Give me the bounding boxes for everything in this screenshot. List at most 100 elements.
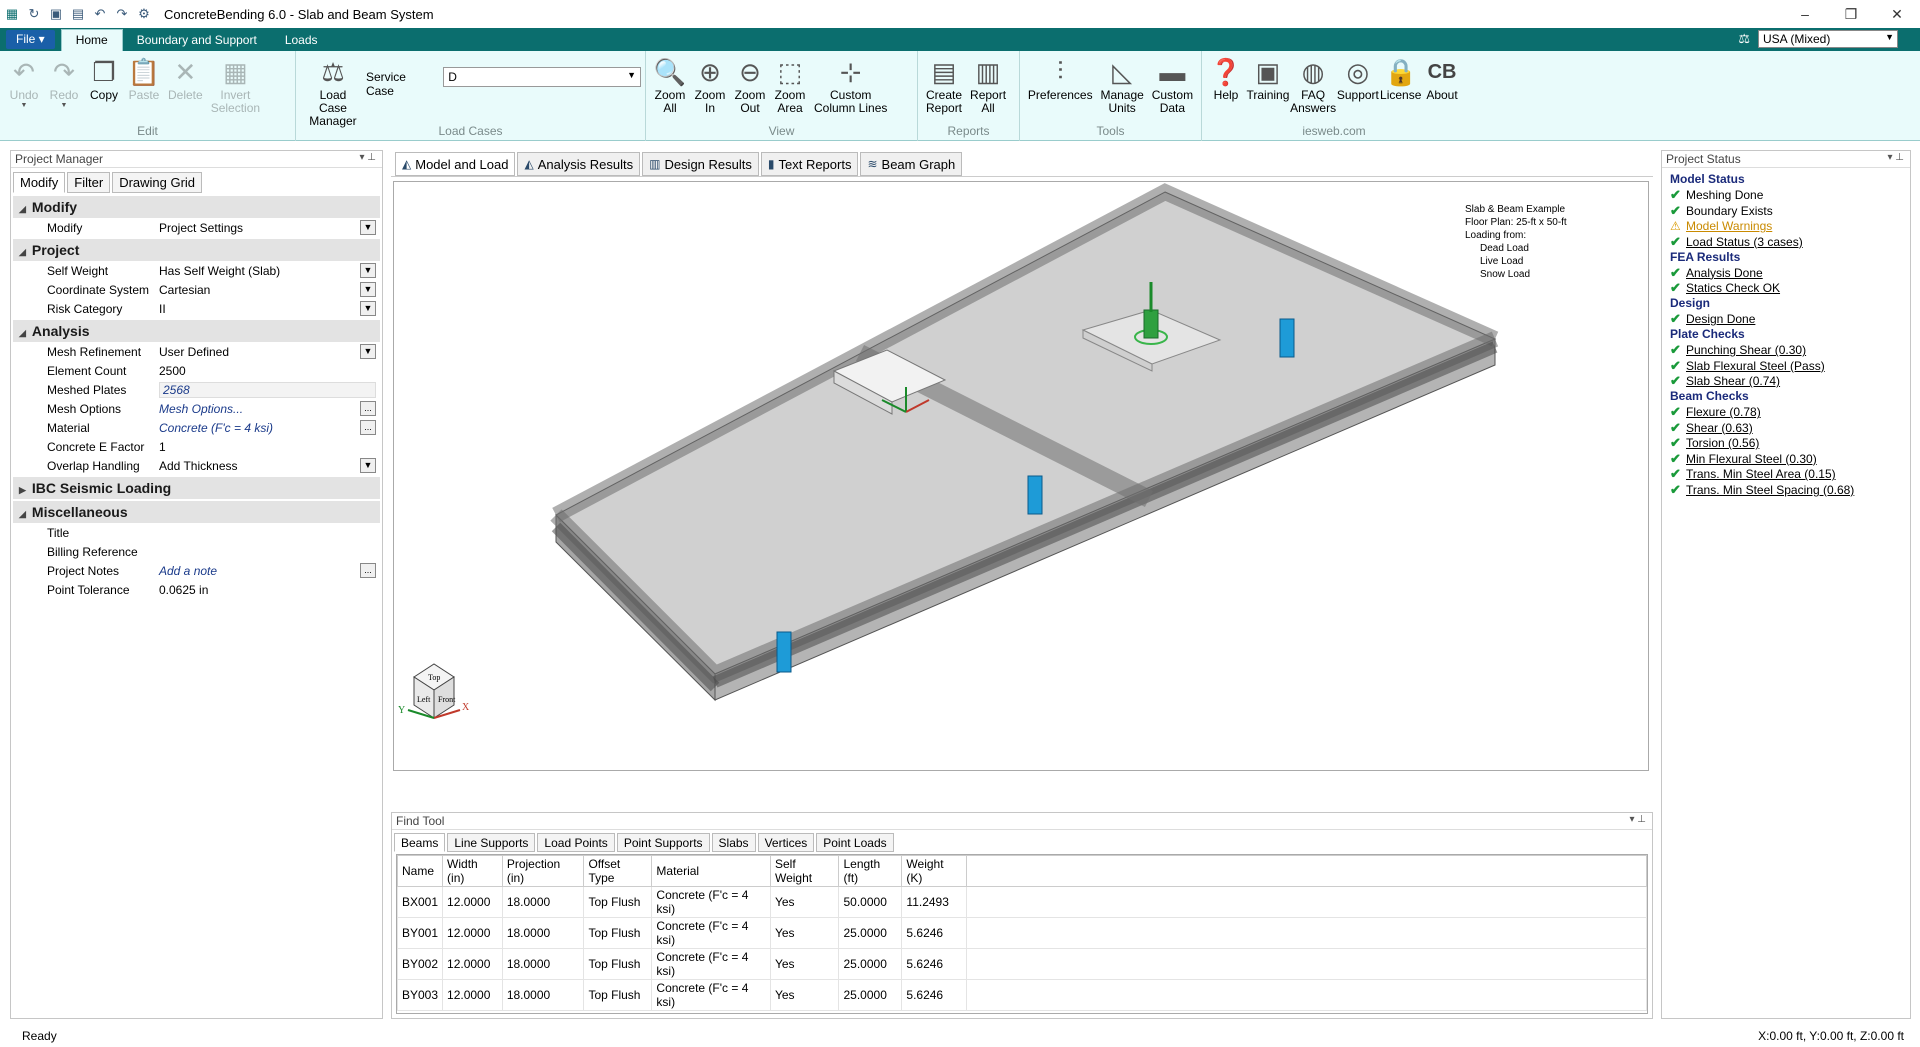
status-item-label[interactable]: Load Status (3 cases) — [1686, 235, 1803, 249]
redo-icon[interactable]: ↷ — [114, 6, 130, 22]
tab-beam-graph[interactable]: ≋ Beam Graph — [860, 152, 963, 176]
undo-icon[interactable]: ↶ — [92, 6, 108, 22]
status-item-label[interactable]: Trans. Min Steel Area (0.15) — [1686, 467, 1836, 481]
property-row-modify[interactable]: Modify Project Settings ▼ — [13, 218, 380, 237]
find-tab-beams[interactable]: Beams — [394, 833, 446, 852]
status-item-label[interactable]: Flexure (0.78) — [1686, 405, 1761, 419]
status-item[interactable]: ✔ Trans. Min Steel Area (0.15) — [1662, 466, 1910, 483]
section-project[interactable]: ◢ Project — [13, 239, 380, 261]
tab-loads[interactable]: Loads — [271, 30, 332, 51]
status-item[interactable]: ✔ Design Done — [1662, 311, 1910, 328]
pin-icon[interactable]: ▾ ⊥ — [1629, 814, 1646, 825]
tab-text-reports[interactable]: ▮ Text Reports — [760, 152, 859, 176]
property-row-element-count[interactable]: Element Count 2500 — [13, 361, 380, 380]
column-load[interactable] — [1143, 309, 1159, 339]
table-row[interactable]: BY001 12.0000 18.0000 Top Flush Concrete (F'… — [397, 917, 1647, 949]
pin-icon[interactable]: ▾ ⊥ — [1887, 152, 1904, 163]
column-header[interactable]: Length (ft) — [838, 855, 903, 887]
units-select[interactable]: USA (Mixed) ▼ — [1758, 30, 1898, 48]
status-item[interactable]: ✔ Min Flexural Steel (0.30) — [1662, 451, 1910, 467]
section-modify[interactable]: ◢ Modify — [13, 196, 380, 218]
status-item[interactable]: ✔ Slab Flexural Steel (Pass) — [1662, 358, 1910, 374]
file-menu-button[interactable]: File ▾ — [6, 30, 55, 49]
tab-design-results[interactable]: ▥ Design Results — [642, 152, 759, 176]
status-item-label[interactable]: Slab Shear (0.74) — [1686, 374, 1780, 388]
tab-model-and-load[interactable]: ◭ Model and Load — [395, 152, 516, 176]
find-tab-slabs[interactable]: Slabs — [711, 833, 756, 852]
model-viewport[interactable]: Slab & Beam Example Floor Plan: 25-ft x … — [393, 181, 1649, 771]
column-header[interactable]: Weight (K) — [901, 855, 967, 887]
status-item[interactable]: ✔ Punching Shear (0.30) — [1662, 342, 1910, 359]
status-item[interactable]: ✔ Trans. Min Steel Spacing (0.68) — [1662, 482, 1910, 498]
service-case-select[interactable]: D ▼ — [443, 67, 641, 87]
view-cube[interactable]: Top Left Front X Y — [398, 663, 470, 719]
property-row-title[interactable]: Title — [13, 523, 380, 542]
chevron-down-icon[interactable]: ▼ — [360, 220, 376, 235]
find-tab-point-loads[interactable]: Point Loads — [816, 833, 894, 852]
table-row[interactable]: BY002 12.0000 18.0000 Top Flush Concrete (F'… — [397, 948, 1647, 980]
section-miscellaneous[interactable]: ◢ Miscellaneous — [13, 501, 380, 523]
column-header[interactable]: Offset Type — [583, 855, 653, 887]
ellipsis-button[interactable]: ... — [360, 401, 376, 416]
property-row-concrete-e-factor[interactable]: Concrete E Factor 1 — [13, 437, 380, 456]
status-item[interactable]: ✔ Analysis Done — [1662, 265, 1910, 281]
column-support-2[interactable] — [1027, 475, 1043, 515]
column-header[interactable]: Width (in) — [442, 855, 503, 887]
close-button[interactable]: ✕ — [1874, 0, 1920, 28]
section-ibc-seismic-loading[interactable]: ▶ IBC Seismic Loading — [13, 477, 380, 499]
chevron-down-icon[interactable]: ▼ — [360, 301, 376, 316]
column-header[interactable]: Material — [651, 855, 771, 887]
tab-boundary-and-support[interactable]: Boundary and Support — [123, 30, 271, 51]
property-row-coordinate-system[interactable]: Coordinate System Cartesian ▼ — [13, 280, 380, 299]
tab-drawing-grid[interactable]: Drawing Grid — [112, 172, 203, 193]
find-tab-line-supports[interactable]: Line Supports — [447, 833, 536, 852]
status-item[interactable]: ✔ Slab Shear (0.74) — [1662, 373, 1910, 390]
status-item[interactable]: ✔ Shear (0.63) — [1662, 420, 1910, 436]
property-row-overlap-handling[interactable]: Overlap Handling Add Thickness ▼ — [13, 456, 380, 475]
tab-modify[interactable]: Modify — [13, 172, 66, 193]
find-tab-point-supports[interactable]: Point Supports — [616, 833, 710, 852]
status-item-label[interactable]: Shear (0.63) — [1686, 421, 1753, 435]
status-item-label[interactable]: Model Warnings — [1686, 219, 1772, 233]
status-item[interactable]: ✔ Flexure (0.78) — [1662, 404, 1910, 421]
tab-home[interactable]: Home — [60, 29, 123, 51]
status-item[interactable]: ✔ Statics Check OK — [1662, 280, 1910, 297]
status-item[interactable]: ✔ Torsion (0.56) — [1662, 435, 1910, 452]
chevron-down-icon[interactable]: ▼ — [360, 282, 376, 297]
model-3d-canvas[interactable]: Slab & Beam Example Floor Plan: 25-ft x … — [394, 182, 1648, 770]
settings-icon[interactable]: ⚙ — [136, 6, 152, 22]
section-analysis[interactable]: ◢ Analysis — [13, 320, 380, 342]
chevron-down-icon[interactable]: ▼ — [360, 458, 376, 473]
find-tab-load-points[interactable]: Load Points — [537, 833, 615, 852]
column-header[interactable]: Self Weight — [769, 855, 840, 887]
property-row-project-notes[interactable]: Project Notes Add a note... — [13, 561, 380, 580]
open-icon[interactable]: ↻ — [26, 6, 42, 22]
report-icon[interactable]: ▤ — [70, 6, 86, 22]
status-item[interactable]: ⚠ Model Warnings — [1662, 219, 1910, 235]
property-row-mesh-refinement[interactable]: Mesh Refinement User Defined ▼ — [13, 342, 380, 361]
tab-analysis-results[interactable]: ◭ Analysis Results — [517, 152, 641, 176]
status-item-label[interactable]: Min Flexural Steel (0.30) — [1686, 452, 1817, 466]
property-row-point-tolerance[interactable]: Point Tolerance 0.0625 in — [13, 580, 380, 599]
column-header[interactable]: Name — [397, 855, 444, 887]
status-item-label[interactable]: Torsion (0.56) — [1686, 436, 1759, 450]
chevron-down-icon[interactable]: ▼ — [360, 263, 376, 278]
column-support-3[interactable] — [776, 631, 792, 673]
property-row-risk-category[interactable]: Risk Category II ▼ — [13, 299, 380, 318]
status-item-label[interactable]: Punching Shear (0.30) — [1686, 343, 1806, 357]
ellipsis-button[interactable]: ... — [360, 420, 376, 435]
status-item-label[interactable]: Statics Check OK — [1686, 281, 1780, 295]
table-row[interactable]: BX001 12.0000 18.0000 Top Flush Concrete (F'… — [397, 886, 1647, 918]
column-header[interactable]: Projection (in) — [501, 855, 585, 887]
chevron-down-icon[interactable]: ▼ — [360, 344, 376, 359]
table-row[interactable]: BY003 12.0000 18.0000 Top Flush Concrete (F'… — [397, 979, 1647, 1011]
ellipsis-button[interactable]: ... — [360, 563, 376, 578]
save-icon[interactable]: ▣ — [48, 6, 64, 22]
tab-filter[interactable]: Filter — [67, 172, 111, 193]
status-item-label[interactable]: Design Done — [1686, 312, 1755, 326]
status-item-label[interactable]: Slab Flexural Steel (Pass) — [1686, 359, 1825, 373]
property-row-billing-reference[interactable]: Billing Reference — [13, 542, 380, 561]
status-item[interactable]: ✔ Load Status (3 cases) — [1662, 234, 1910, 250]
status-item-label[interactable]: Analysis Done — [1686, 266, 1763, 280]
property-row-material[interactable]: Material Concrete (F'c = 4 ksi)... — [13, 418, 380, 437]
